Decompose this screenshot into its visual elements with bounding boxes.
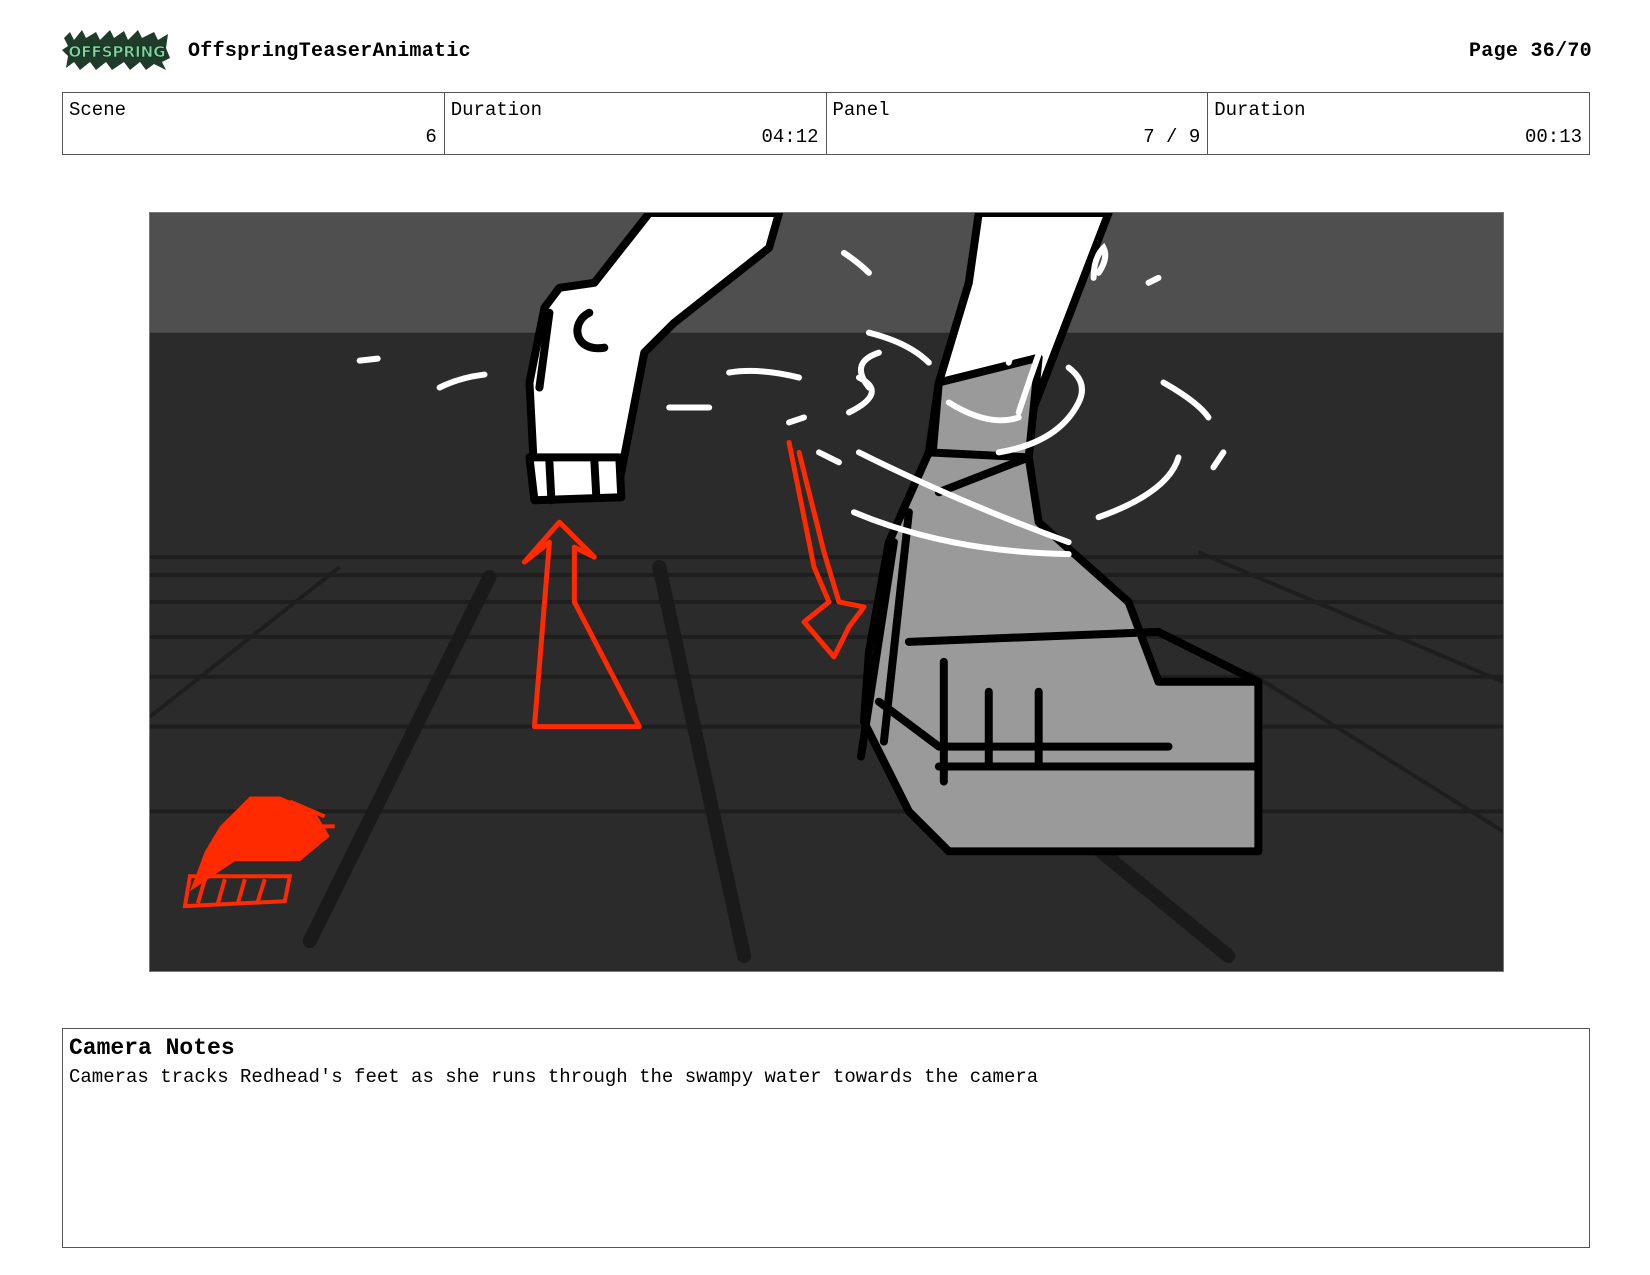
scene-label: Scene [69, 99, 127, 121]
offspring-logo: OFFSPRING [62, 30, 170, 70]
camera-notes-box: Camera Notes Cameras tracks Redhead's fe… [62, 1028, 1590, 1248]
panel-duration-label: Duration [1214, 99, 1306, 121]
storyboard-panel-image [149, 212, 1504, 972]
scene-duration-cell: Duration 04:12 [445, 93, 827, 154]
scene-cell: Scene 6 [63, 93, 445, 154]
svg-text:OFFSPRING: OFFSPRING [68, 43, 165, 61]
scene-duration-value: 04:12 [761, 126, 819, 148]
page-number: Page 36/70 [1468, 40, 1592, 63]
page-header: OFFSPRING OffspringTeaserAnimatic Page 3… [62, 28, 1592, 72]
panel-duration-cell: Duration 00:13 [1208, 93, 1589, 154]
scene-duration-label: Duration [450, 99, 542, 121]
horizon-wall [150, 213, 1503, 333]
panel-value: 7 / 9 [1143, 126, 1201, 148]
panel-cell: Panel 7 / 9 [827, 93, 1209, 154]
panel-label: Panel [832, 99, 890, 121]
panel-info-table: Scene 6 Duration 04:12 Panel 7 / 9 Durat… [62, 92, 1590, 155]
project-title: OffspringTeaserAnimatic [188, 40, 471, 63]
camera-notes-title: Camera Notes [69, 1035, 235, 1061]
panel-duration-value: 00:13 [1524, 126, 1582, 148]
scene-value: 6 [425, 126, 437, 148]
camera-notes-text: Cameras tracks Redhead's feet as she run… [69, 1066, 1039, 1088]
